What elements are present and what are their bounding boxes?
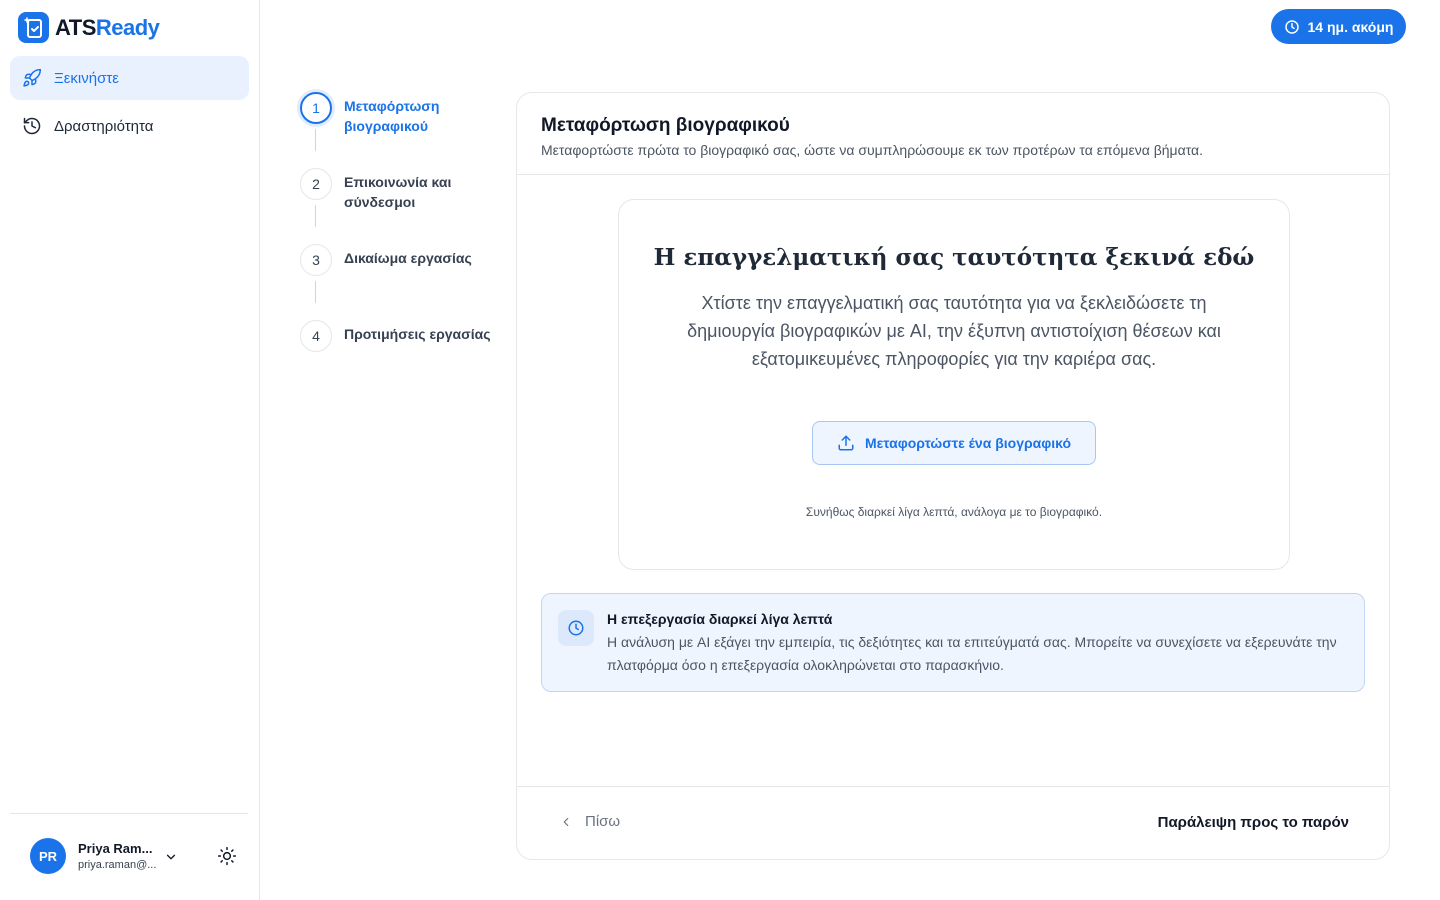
- chevron-left-icon: [563, 817, 569, 826]
- brand-logo[interactable]: ATSReady: [18, 12, 160, 43]
- step-job-preferences[interactable]: 4 Προτιμήσεις εργασίας: [300, 320, 510, 396]
- user-name: Priya Ram...: [78, 841, 153, 856]
- upload-icon: [838, 435, 854, 451]
- upload-cv-button[interactable]: Μεταφορτώστε ένα βιογραφικό: [812, 421, 1096, 465]
- sidebar: ATSReady Ξεκινήστε Δραστηριότητα PR Priy…: [0, 0, 260, 900]
- skip-for-now-button[interactable]: Παράλειψη προς το παρόν: [1158, 814, 1349, 831]
- step-label: Επικοινωνία και σύνδεσμοι: [344, 174, 452, 210]
- page-title: Μεταφόρτωση βιογραφικού: [541, 115, 790, 136]
- user-menu[interactable]: PR Priya Ram... priya.raman@...: [30, 838, 176, 874]
- back-label: Πίσω: [585, 813, 621, 830]
- sidebar-item-label: Δραστηριότητα: [54, 117, 154, 135]
- chevron-down-icon[interactable]: [164, 850, 178, 864]
- clock-icon: [558, 610, 594, 646]
- rocket-icon: [23, 68, 42, 87]
- user-email: priya.raman@...: [78, 859, 157, 871]
- app-root: ATSReady Ξεκινήστε Δραστηριότητα PR Priy…: [0, 0, 1440, 900]
- trial-days-badge[interactable]: 14 ημ. ακόμη: [1271, 9, 1406, 44]
- step-upload-cv[interactable]: 1 Μεταφόρτωση βιογραφικού: [300, 92, 510, 168]
- step-connector: [315, 205, 316, 227]
- card-header: Μεταφόρτωση βιογραφικού Μεταφορτώστε πρώ…: [517, 93, 1389, 175]
- step-connector: [315, 281, 316, 303]
- page-subtitle: Μεταφορτώστε πρώτα το βιογραφικό σας, ώσ…: [541, 142, 1204, 158]
- step-connector: [315, 129, 316, 151]
- step-contact-links[interactable]: 2 Επικοινωνία και σύνδεσμοι: [300, 168, 510, 244]
- step-number: 4: [300, 320, 332, 352]
- upload-duration-note: Συνήθως διαρκεί λίγα λεπτά, ανάλογα με τ…: [805, 505, 1103, 519]
- onboarding-stepper: 1 Μεταφόρτωση βιογραφικού 2 Επικοινωνία …: [300, 92, 510, 396]
- sidebar-item-activity[interactable]: Δραστηριότητα: [10, 104, 249, 148]
- info-title: Η επεξεργασία διαρκεί λίγα λεπτά: [607, 611, 833, 627]
- upload-cv-label: Μεταφορτώστε ένα βιογραφικό: [864, 435, 1072, 451]
- theme-toggle-button[interactable]: [216, 845, 238, 867]
- info-text: Η ανάλυση με AI εξάγει την εμπειρία, τις…: [607, 634, 1337, 673]
- step-work-rights[interactable]: 3 Δικαίωμα εργασίας: [300, 244, 510, 320]
- step-label: Δικαίωμα εργασίας: [344, 250, 472, 266]
- card-footer-divider: [517, 786, 1389, 787]
- sidebar-item-label: Ξεκινήστε: [54, 69, 119, 87]
- sidebar-item-get-started[interactable]: Ξεκινήστε: [10, 56, 249, 100]
- upload-hero-panel: Η επαγγελματική σας ταυτότητα ξεκινά εδώ…: [618, 199, 1290, 570]
- step-label: Προτιμήσεις εργασίας: [344, 326, 491, 342]
- user-info: Priya Ram... priya.raman@...: [78, 841, 156, 871]
- hero-title: Η επαγγελματική σας ταυτότητα ξεκινά εδώ: [653, 244, 1255, 271]
- sun-icon: [217, 846, 237, 866]
- sidebar-divider: [10, 813, 248, 814]
- hero-description: Χτίστε την επαγγελματική σας ταυτότητα γ…: [687, 293, 1221, 369]
- back-button[interactable]: Πίσω: [559, 813, 620, 830]
- step-number: 1: [300, 92, 332, 124]
- clock-icon: [1284, 19, 1299, 34]
- upload-cv-card: Μεταφόρτωση βιογραφικού Μεταφορτώστε πρώ…: [516, 92, 1390, 860]
- trial-days-label: 14 ημ. ακόμη: [1307, 18, 1394, 35]
- step-label: Μεταφόρτωση βιογραφικού: [344, 98, 440, 134]
- avatar: PR: [30, 838, 66, 874]
- sidebar-nav: Ξεκινήστε Δραστηριότητα: [10, 56, 249, 152]
- step-number: 3: [300, 244, 332, 276]
- brand-name: ATSReady: [55, 14, 160, 40]
- step-number: 2: [300, 168, 332, 200]
- history-icon: [23, 117, 41, 135]
- logo-icon: [18, 12, 49, 43]
- processing-info-banner: Η επεξεργασία διαρκεί λίγα λεπτά Η ανάλυ…: [541, 593, 1365, 692]
